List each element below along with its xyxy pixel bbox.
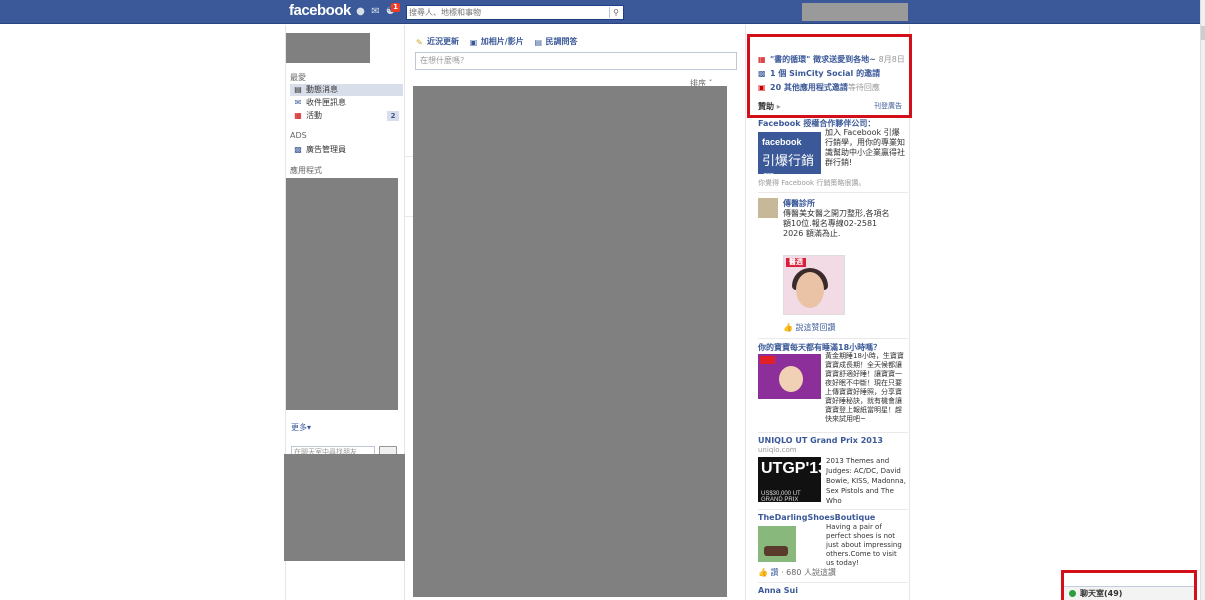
thumbs-up-icon: 👍 [758,568,768,577]
groups-list-redacted[interactable] [284,454,405,561]
events-icon: ▦ [294,111,302,120]
tab-status-update[interactable]: ✎ 近況更新 [416,36,459,47]
chat-bar[interactable]: 聊天室(49) [1064,586,1194,600]
ad-body: Having a pair of perfect shoes is not ju… [826,523,902,567]
app-icon: ▣ [758,83,766,92]
ad-thumbnail[interactable] [758,198,778,218]
ads-header: ADS [290,131,307,140]
notification-badge: 1 [391,3,400,12]
ad-image-decoration [779,366,803,392]
ad-body: 傳醫美女醫之開刀整形,各項名額10位.報名專線02-2581 2026 額滿為止… [783,209,890,238]
status-icon: ✎ [416,38,423,47]
news-feed-redacted[interactable] [413,86,727,597]
ad-image[interactable]: 醫週 [783,255,845,315]
online-status-icon [1069,590,1076,597]
composer-tabs: ✎ 近況更新 ▣ 加相片/影片 ▤ 民調問答 [416,36,586,47]
more-link[interactable]: 更多▾ [291,422,311,433]
profile-photo-redacted[interactable] [286,33,370,63]
photo-icon: ▣ [469,38,478,47]
nav-item-events[interactable]: ▦ 活動 2 [290,110,403,122]
ad-image-decoration [796,272,824,308]
ad-title[interactable]: TheDarlingShoesBoutique [758,513,875,522]
request-item[interactable]: ▩ 1 個 SimCity Social 的邀請 [758,68,880,79]
page-scrollbar[interactable] [1200,0,1205,600]
nav-item-label: 收件匣訊息 [306,98,346,107]
scrollbar-thumb[interactable] [1201,26,1205,40]
ad-body: 2013 Themes and Judges: AC/DC, David Bow… [826,457,906,505]
request-item[interactable]: ▣ 20 其他應用程式邀請等待回應 [758,82,880,93]
sponsored-header: 贊助 ▸ [758,102,781,111]
nav-item-news-feed[interactable]: ▤ 動態消息 [290,84,403,96]
request-item[interactable]: ▦ "書的循環" 徵求送愛到各地~ 8月8日 [758,54,905,65]
feed-divider [405,216,413,217]
search-box[interactable]: ⚲ [406,5,624,20]
ad-divider [758,192,908,193]
ad-body: 加入 Facebook 引爆行銷學，用你的專業知識幫助中小企業贏得社群行銷! [825,128,905,167]
question-icon: ▤ [534,38,543,47]
facebook-logo[interactable]: facebook [289,2,351,19]
apps-list-redacted[interactable] [286,178,398,410]
profile-name-redacted[interactable] [802,3,908,21]
ad-title[interactable]: Anna Sui [758,586,798,595]
event-icon: ▦ [758,55,766,64]
ad-divider [758,432,908,433]
nav-item-ads-manager[interactable]: ▩ 廣告管理員 [290,144,403,156]
ad-image-decoration [764,546,788,556]
ad-divider [758,582,908,583]
events-count-badge: 2 [387,111,399,121]
nav-item-label: 動態消息 [306,85,338,94]
ad-body: 黃金期睡18小時，生寶寶寶寶成長期！全天候都讓寶寶舒適好睡！讓寶寶一夜好眠不中斷… [825,352,904,423]
friend-requests-icon[interactable]: ● [355,6,366,17]
game-icon: ▩ [758,69,766,78]
messages-icon[interactable]: ✉ [370,6,381,17]
ad-image[interactable] [758,354,821,399]
tab-add-photo-video[interactable]: ▣ 加相片/影片 [470,36,524,47]
favorites-header: 最愛 [290,73,306,82]
tab-ask-question[interactable]: ▤ 民調問答 [535,36,578,47]
thumbs-up-icon: 👍 [783,323,793,332]
ad-image[interactable]: facebook 引爆行銷學 [758,132,821,188]
create-ad-link[interactable]: 刊登廣告 [874,101,902,111]
ad-image[interactable]: UTGP'13 US$30,000 UT GRAND PRIX [758,457,827,503]
ad-divider [758,509,908,510]
ad-domain: uniqlo.com [758,446,797,454]
ads-manager-icon: ▩ [294,145,302,154]
ad-like-button[interactable]: 👍 說這赞回讚 [783,322,836,333]
status-input[interactable]: 在想什麼嗎？ [415,52,737,70]
ad-title[interactable]: UNIQLO UT Grand Prix 2013 [758,436,883,445]
messages-icon: ✉ [294,98,302,107]
ad-social-context: 你覺得 Facebook 行銷策略很讚。 [758,179,866,187]
news-feed-icon: ▤ [294,85,302,94]
nav-item-label: 廣告管理員 [306,145,346,154]
column-divider [745,25,746,600]
ad-image-decoration [760,356,775,364]
apps-header: 應用程式 [290,166,322,175]
ad-divider [758,338,908,339]
ad-like-button[interactable]: 👍 讚 · 680 人說這讚 [758,567,836,578]
magnifier-icon[interactable]: ⚲ [609,7,622,18]
nav-item-label: 活動 [306,111,322,120]
feed-divider [405,156,413,157]
search-input[interactable] [407,6,607,19]
ad-title[interactable]: 傳醫診所 [783,198,815,209]
ad-image[interactable] [758,526,796,562]
nav-item-messages[interactable]: ✉ 收件匣訊息 [290,97,403,109]
